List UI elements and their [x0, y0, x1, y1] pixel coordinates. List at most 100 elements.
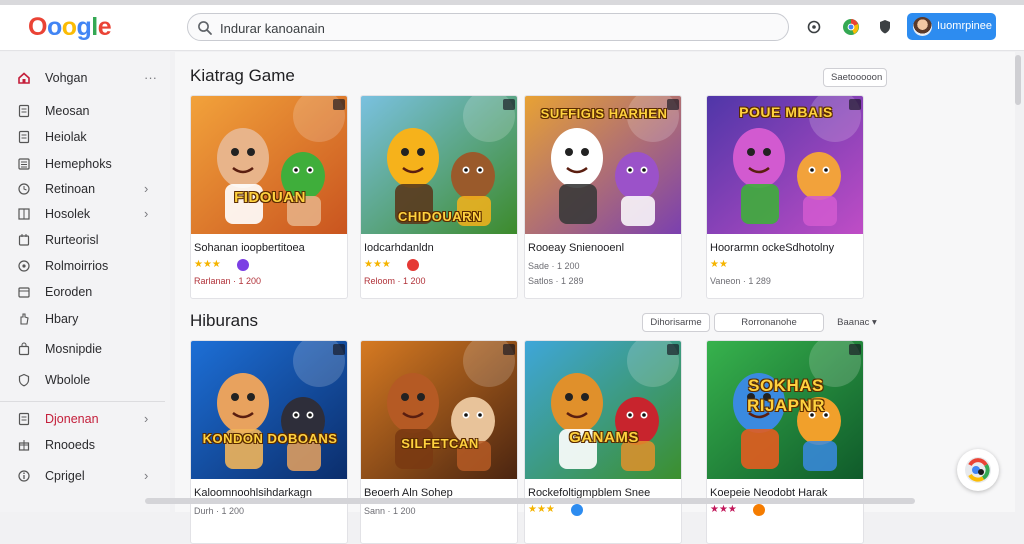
list-icon — [18, 158, 30, 170]
game-thumbnail[interactable]: CHIDOUARN — [361, 96, 517, 234]
game-title[interactable]: Sohanan ioopbertitoea — [194, 242, 347, 254]
assistant-icon — [965, 457, 991, 483]
game-logo-text: SILFETCAN — [401, 436, 479, 451]
game-logo-text: KONDON DOBOANS — [202, 431, 338, 446]
shield-account-icon[interactable] — [876, 18, 894, 36]
sidebar-item-2[interactable]: Meosan — [0, 100, 170, 122]
search-bar[interactable] — [187, 13, 789, 41]
content-rating-badge-icon — [237, 259, 249, 271]
chevron-right-icon: › — [144, 468, 149, 483]
game-meta: Durh · 1 200 — [194, 506, 245, 516]
section-title: Kiatrag Game — [190, 66, 295, 85]
content-rating-badge-icon — [753, 504, 765, 516]
section-title: Hiburans — [190, 311, 259, 330]
sidebar-item-label: Heiolak — [45, 130, 87, 144]
star-rating-icon: ★★★ — [194, 259, 221, 270]
game-thumbnail[interactable]: FIDOUAN — [191, 96, 347, 234]
sidebar-item-9[interactable]: Eoroden — [0, 281, 170, 303]
assistant-fab-button[interactable] — [957, 449, 999, 491]
game-logo-text: SUFFIGIS HARHEN — [540, 106, 668, 121]
bookmark-icon[interactable] — [849, 344, 861, 355]
bookmark-icon[interactable] — [667, 344, 679, 355]
game-card[interactable]: GANAMS Rockefoltigmpblem Snee ★★★ — [524, 340, 682, 544]
game-artwork — [361, 341, 517, 479]
game-meta: Sann · 1 200 — [364, 506, 416, 516]
vertical-scrollbar[interactable] — [1015, 55, 1021, 105]
game-thumbnail[interactable]: KONDON DOBOANS — [191, 341, 347, 479]
sidebar-item-3[interactable]: Heiolak — [0, 126, 170, 148]
avatar — [913, 17, 932, 36]
sidebar-item-15[interactable]: Cprigel › — [0, 465, 170, 487]
sidebar-item-label: Meosan — [45, 104, 90, 118]
game-logo-text: POUE MBAIS — [739, 104, 833, 120]
bookmark-icon[interactable] — [503, 99, 515, 110]
game-card[interactable]: KONDON DOBOANS Kaloomnoohlsihdarkagn Durh … — [190, 340, 348, 544]
game-title[interactable]: Iodcarhdanldn — [364, 242, 517, 254]
sidebar-item-5[interactable]: Retinoan › — [0, 178, 170, 200]
sidebar-item-6[interactable]: Hosolek › — [0, 203, 170, 225]
sidebar-item-4[interactable]: Hemephoks — [0, 153, 170, 175]
sidebar-item-label: Retinoan — [45, 182, 96, 196]
game-card[interactable]: FIDOUAN Sohanan ioopbertitoea ★★★ Rarlanan … — [190, 95, 348, 299]
game-thumbnail[interactable]: GANAMS — [525, 341, 681, 479]
sidebar-item-label: Djonenan — [45, 412, 99, 426]
main-content: Kiatrag Game Saetooooon FIDOUAN Sohanan ioo… — [175, 52, 1015, 544]
search-icon[interactable] — [197, 20, 213, 36]
horizontal-scrollbar[interactable] — [145, 498, 915, 504]
sidebar-item-11[interactable]: Mosnipdie — [0, 338, 170, 360]
section-control-button[interactable]: Baanac ▾ — [827, 313, 887, 332]
sidebar-item-13[interactable]: Djonenan › — [0, 408, 170, 430]
sidebar-item-label: Rurteorisl — [45, 233, 99, 247]
bookmark-icon[interactable] — [333, 99, 345, 110]
game-card[interactable]: POUE MBAIS Hoorarmn ockeSdhotolny ★★ Vaneon… — [706, 95, 864, 299]
sign-in-button[interactable]: Iuomrpinee — [907, 13, 996, 40]
folder-icon — [18, 287, 30, 298]
game-card[interactable]: SOKHAS RIJAPNR Koepeie Neodobt Harak ★★★ — [706, 340, 864, 544]
game-title[interactable]: Rooeay Snienooenl — [528, 242, 681, 254]
logo-letter: o — [61, 13, 77, 41]
game-thumbnail[interactable]: SILFETCAN — [361, 341, 517, 479]
sidebar-item-12[interactable]: Wbolole — [0, 369, 170, 391]
sidebar-item-label: Rnooeds — [45, 438, 96, 452]
sidebar-item-7[interactable]: Rurteorisl — [0, 229, 170, 251]
game-thumbnail[interactable]: POUE MBAIS — [707, 96, 863, 234]
clock-icon — [18, 183, 30, 195]
sidebar-item-label: Wbolole — [45, 373, 91, 387]
section-control-button[interactable]: Dihorisarme — [642, 313, 710, 332]
game-logo-text: GANAMS — [569, 429, 639, 446]
game-thumbnail[interactable]: SUFFIGIS HARHEN — [525, 96, 681, 234]
sidebar-item-14[interactable]: Rnooeds — [0, 434, 170, 456]
top-header: Ooogle Iuomrpinee — [0, 5, 1024, 51]
game-title[interactable]: Hoorarmn ockeSdhotolny — [710, 242, 863, 254]
sidebar-item-label: Hbary — [45, 312, 79, 326]
game-card[interactable]: SUFFIGIS HARHEN Rooeay Snienooenl Sade · 1… — [524, 95, 682, 299]
sidebar-item-10[interactable]: Hbary — [0, 308, 170, 330]
game-logo-text: FIDOUAN — [234, 189, 306, 206]
star-rating-icon: ★★★ — [364, 259, 391, 270]
game-card[interactable]: CHIDOUARN Iodcarhdanldn ★★★ Reloom · 1 200 — [360, 95, 518, 299]
bookmark-icon[interactable] — [333, 344, 345, 355]
sidebar-item-label: Eoroden — [45, 285, 93, 299]
bookmark-icon[interactable] — [503, 344, 515, 355]
site-logo[interactable]: Ooogle — [28, 13, 112, 42]
section-control-button[interactable]: Saetooooon — [823, 68, 887, 87]
star-rating-icon: ★★★ — [710, 504, 737, 515]
page-icon — [18, 104, 30, 118]
search-input[interactable] — [220, 18, 760, 38]
page-icon — [18, 130, 30, 144]
sign-in-label: Iuomrpinee — [937, 20, 993, 32]
section-control-button[interactable]: Rorronanohe — [714, 313, 824, 332]
game-thumbnail[interactable]: SOKHAS RIJAPNR — [707, 341, 863, 479]
more-options-icon[interactable]: ··· — [144, 70, 157, 85]
game-artwork — [191, 96, 347, 234]
page-icon — [18, 412, 30, 426]
gift-icon — [18, 440, 30, 451]
sidebar-item-1[interactable]: Vohgan ··· — [0, 67, 170, 89]
sidebar-item-8[interactable]: Rolmoirrios — [0, 255, 170, 277]
settings-gear-icon[interactable] — [805, 18, 823, 36]
sidebar-item-label: Hemephoks — [45, 157, 112, 171]
left-sidebar: Vohgan ··· Meosan Heiolak Hemephoks Retinoan ›… — [0, 52, 170, 512]
chrome-apps-icon[interactable] — [842, 18, 860, 36]
game-card[interactable]: SILFETCAN Beoerh Aln Sohep Sann · 1 200 — [360, 340, 518, 544]
sidebar-divider — [0, 401, 165, 402]
